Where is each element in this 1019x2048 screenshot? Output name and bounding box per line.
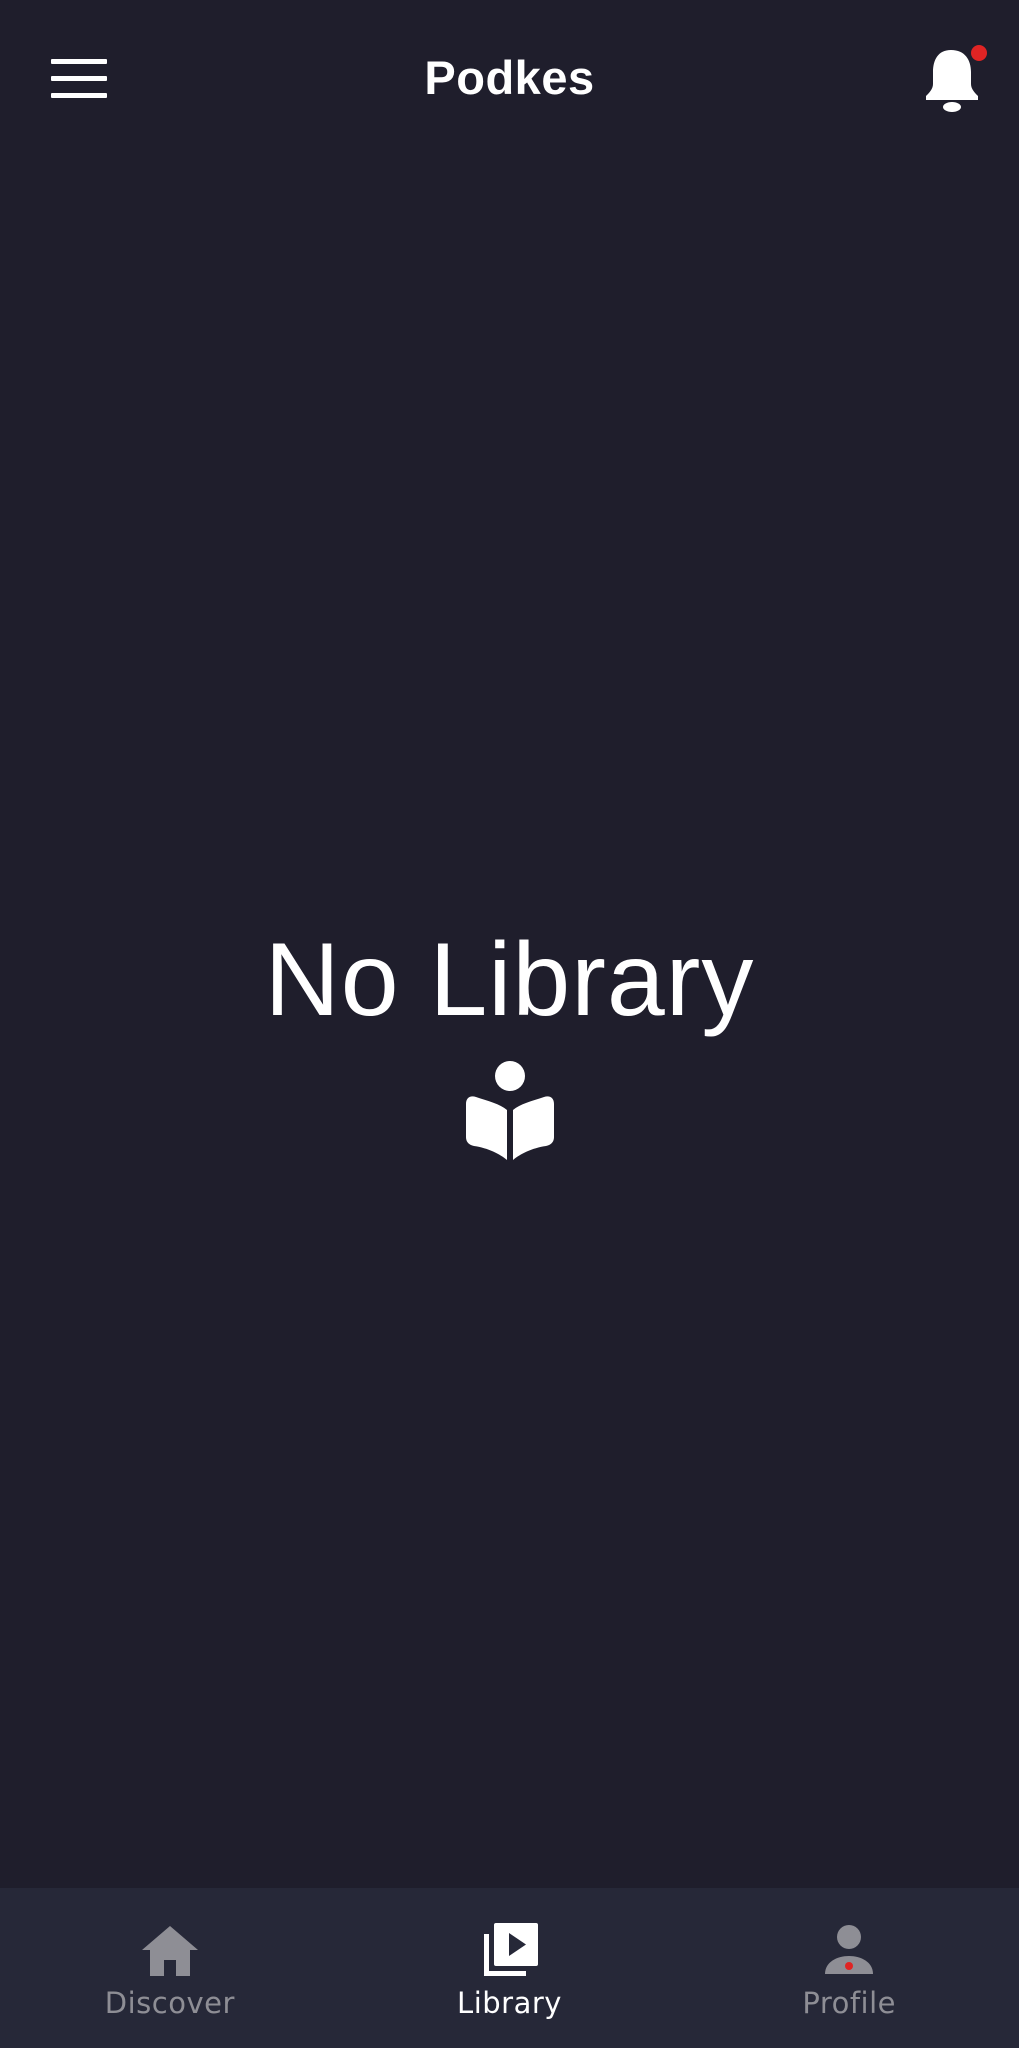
- notification-badge: [971, 45, 987, 61]
- empty-library-state: No Library: [0, 920, 1019, 1164]
- video-library-icon: [483, 1923, 538, 1976]
- app-title: Podkes: [424, 51, 595, 104]
- nav-item-profile[interactable]: Profile: [679, 1888, 1019, 2048]
- nav-item-discover[interactable]: Discover: [0, 1888, 340, 2048]
- empty-state-title: No Library: [264, 922, 755, 1038]
- top-app-bar: Podkes: [0, 0, 1019, 160]
- nav-label-library: Library: [457, 1986, 562, 2020]
- bottom-navigation: Discover Library Profile: [0, 1888, 1019, 2048]
- person-icon: [825, 1925, 874, 1974]
- home-icon: [141, 1926, 198, 1976]
- profile-badge: [845, 1962, 854, 1970]
- nav-label-profile: Profile: [802, 1986, 897, 2020]
- notifications-button[interactable]: [918, 44, 988, 116]
- app-screen: Podkes No Library Discover Library Profi…: [0, 0, 1019, 2048]
- nav-item-library[interactable]: Library: [340, 1888, 680, 2048]
- nav-label-discover: Discover: [104, 1986, 235, 2020]
- bell-icon: [926, 45, 987, 112]
- book-reader-icon: [465, 1061, 554, 1160]
